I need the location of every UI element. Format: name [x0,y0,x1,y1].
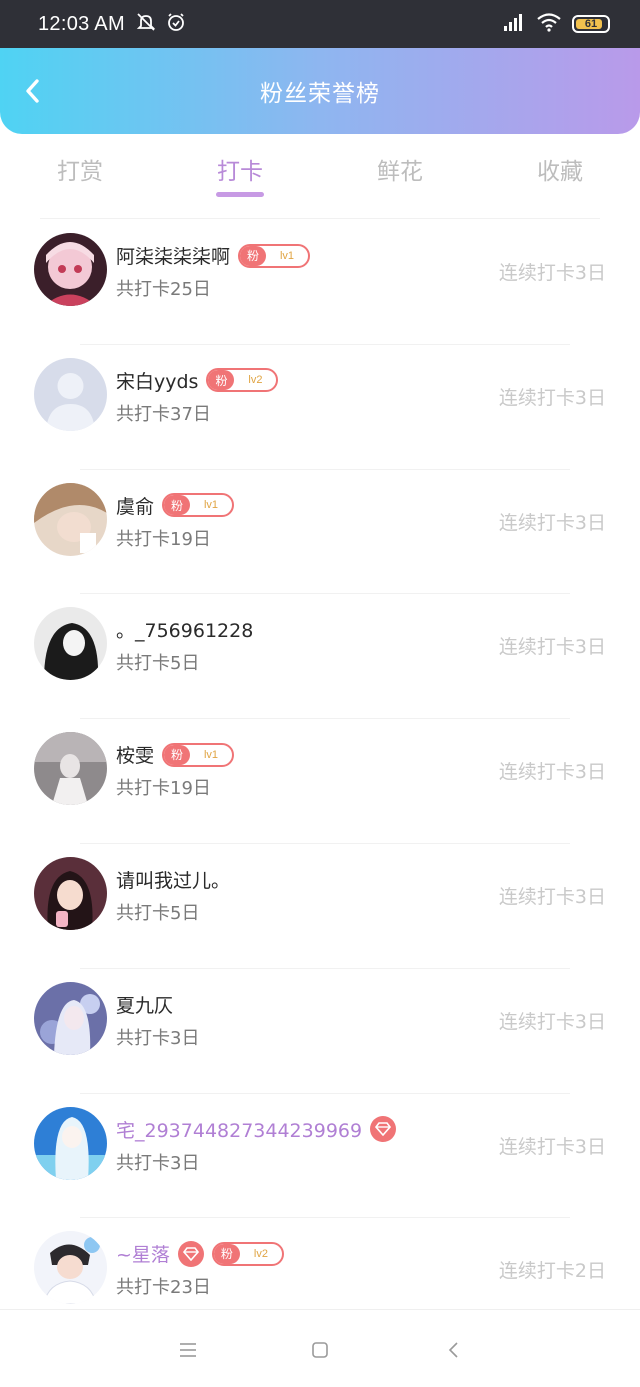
user-name: 夏九仄 [116,994,174,1017]
page-title: 粉丝荣誉榜 [260,81,380,107]
streak-text: 连续打卡3日 [498,636,606,659]
tab-reward[interactable]: 打赏 [0,134,160,220]
avatar[interactable] [34,357,107,431]
back-icon[interactable] [442,1338,466,1362]
streak-text: 连续打卡3日 [498,1135,606,1158]
battery-icon: 61 [572,15,610,33]
streak-text: 连续打卡2日 [498,1260,606,1283]
list-item[interactable]: 。_756961228 共打卡5日 连续打卡3日 [0,594,640,720]
menu-icon[interactable] [176,1338,200,1362]
streak-text: 连续打卡3日 [498,761,606,784]
system-nav-bar [0,1309,640,1387]
header: 粉丝荣誉榜 [0,48,640,134]
battery-level: 61 [584,18,598,30]
status-time: 12:03 AM [38,12,125,35]
streak-text: 连续打卡3日 [498,511,606,534]
user-name: 虞俞 [116,495,155,518]
streak-text: 连续打卡3日 [498,885,606,908]
fan-level-badge: 粉 lv1 [238,243,311,268]
fan-list: 阿柒柒柒柒啊 粉 lv1 共打卡25日 连续打卡3日 宋白yyds 粉 lv2 共打… [0,220,640,1343]
total-checkin: 共打卡19日 [116,778,211,800]
fan-level-badge: 粉 lv1 [162,742,235,767]
total-checkin: 共打卡3日 [116,1152,200,1174]
list-item[interactable]: 宋白yyds 粉 lv2 共打卡37日 连续打卡3日 [0,345,640,470]
total-checkin: 共打卡37日 [116,403,211,425]
tab-favorite[interactable]: 收藏 [480,134,640,220]
user-name: 宋白yyds [116,370,199,393]
user-name: 请叫我过儿。 [116,869,231,892]
user-name: ~星落 [116,1244,170,1267]
tab-flower[interactable]: 鲜花 [320,134,480,220]
avatar[interactable] [34,856,107,930]
list-item[interactable]: 虞俞 粉 lv1 共打卡19日 连续打卡3日 [0,470,640,595]
diamond-icon [370,1116,397,1143]
user-name: 。_756961228 [116,620,254,643]
list-item[interactable]: 桉雯 粉 lv1 共打卡19日 连续打卡3日 [0,719,640,844]
streak-text: 连续打卡3日 [498,386,606,409]
avatar[interactable] [34,1106,107,1180]
list-item[interactable]: 宅_293744827344239969 共打卡3日 连续打卡3日 [0,1094,640,1219]
fan-level-badge: 粉 lv1 [162,493,235,518]
avatar[interactable] [34,981,107,1055]
avatar[interactable] [34,732,107,806]
fan-level-badge: 粉 lv2 [211,1241,284,1266]
total-checkin: 共打卡5日 [116,653,200,675]
signal-icon [500,12,526,36]
avatar[interactable] [34,482,107,556]
tab-bar: 打赏 打卡 鲜花 收藏 [0,134,640,220]
user-name: 桉雯 [116,745,155,768]
streak-text: 连续打卡3日 [498,262,606,284]
list-item[interactable]: 阿柒柒柒柒啊 粉 lv1 共打卡25日 连续打卡3日 [0,220,640,345]
total-checkin: 共打卡23日 [116,1277,211,1299]
total-checkin: 共打卡25日 [116,279,211,300]
back-button[interactable] [20,78,46,104]
list-item[interactable]: 夏九仄 共打卡3日 连续打卡3日 [0,969,640,1094]
user-name: 阿柒柒柒柒啊 [116,246,231,268]
tab-indicator [216,192,264,197]
total-checkin: 共打卡19日 [116,528,211,550]
divider [40,218,600,219]
avatar[interactable] [34,607,107,681]
status-bar: 12:03 AM 61 [0,0,640,48]
fan-level-badge: 粉 lv2 [206,368,279,393]
tab-checkin[interactable]: 打卡 [160,134,320,220]
alarm-icon [165,11,187,37]
avatar[interactable] [34,1231,107,1305]
home-icon[interactable] [308,1338,332,1362]
total-checkin: 共打卡3日 [116,1027,200,1049]
avatar[interactable] [34,233,107,306]
total-checkin: 共打卡5日 [116,902,200,924]
diamond-icon [177,1240,204,1267]
wifi-icon [536,12,562,36]
user-name: 宅_293744827344239969 [116,1119,363,1142]
list-item[interactable]: 请叫我过儿。 共打卡5日 连续打卡3日 [0,844,640,969]
mute-icon [135,11,157,37]
streak-text: 连续打卡3日 [498,1010,606,1033]
